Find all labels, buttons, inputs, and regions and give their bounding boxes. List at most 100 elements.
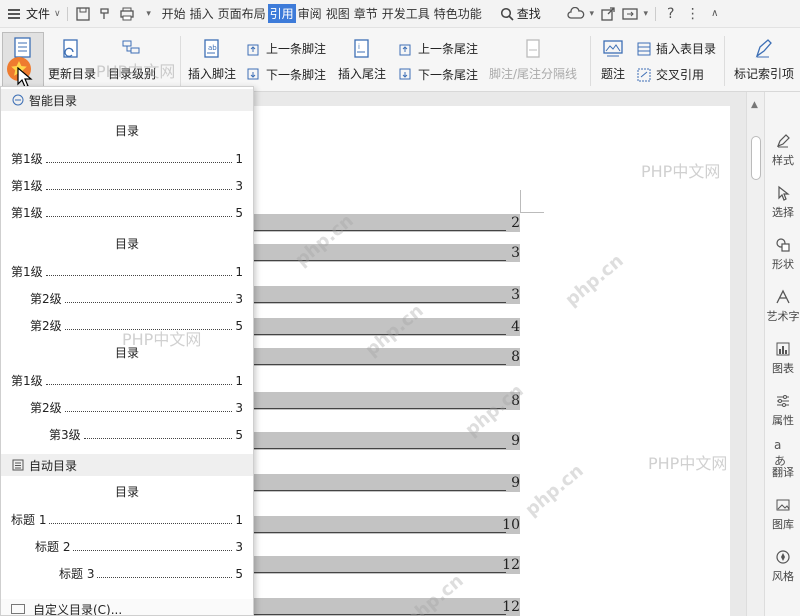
toc-page-number: 12	[502, 599, 520, 615]
toc-entry: 第2级 5	[30, 318, 243, 334]
caption-label: 题注	[600, 67, 625, 81]
mark-index-label: 标记索引项	[734, 67, 795, 81]
hamburger-icon	[8, 8, 20, 19]
toc-page-number: 2	[511, 215, 520, 231]
cross-reference-label: 交叉引用	[656, 68, 705, 82]
toc-entry: 标题 11	[11, 512, 243, 528]
sidebar-item-shapes[interactable]: 形状	[765, 236, 800, 272]
insert-footnote-button[interactable]: ab 插入脚注	[188, 36, 236, 82]
print-icon[interactable]	[116, 3, 138, 25]
toc-template-2[interactable]: 目录 第1级 1 第2级 3 第2级 5	[1, 226, 253, 339]
vertical-scrollbar[interactable]: ▲	[746, 92, 764, 616]
caption-icon	[600, 36, 626, 62]
toc-page-number: 3	[511, 245, 520, 261]
toc-level-button[interactable]: 目录级别	[108, 36, 156, 82]
sidebar-item-style[interactable]: 风格	[765, 548, 800, 584]
toc-template-1[interactable]: 目录 第1级 1 第1级 3 第1级 5	[1, 111, 253, 226]
file-menu-label[interactable]: 文件	[26, 5, 50, 22]
endnote-icon: i	[349, 36, 375, 62]
tab-review[interactable]: 审阅	[296, 4, 324, 23]
tab-section[interactable]: 章节	[352, 4, 380, 23]
separator-line-icon	[520, 36, 546, 62]
caption-button[interactable]: 题注	[600, 36, 626, 82]
tab-view[interactable]: 视图	[324, 4, 352, 23]
toc-entry: 标题 35	[59, 566, 243, 582]
separator-line-button[interactable]: 脚注/尾注分隔线	[489, 36, 577, 82]
export-icon[interactable]	[619, 3, 641, 25]
sidebar-item-wordart[interactable]: 艺术字	[765, 288, 800, 324]
share-icon[interactable]	[597, 3, 619, 25]
sidebar-item-label: 形状	[772, 258, 794, 271]
collapse-ribbon-icon[interactable]: ∧	[704, 3, 726, 25]
sidebar-item-styles[interactable]: 样式	[765, 132, 800, 168]
update-toc-label: 更新目录	[48, 67, 97, 81]
tab-special-features[interactable]: 特色功能	[432, 4, 484, 23]
prev-footnote-button[interactable]: 上一条脚注	[246, 40, 326, 57]
toc-dropdown-panel: 智能目录 目录 第1级 1 第1级 3 第1级 5 目录 第1级 1 第2级 3 第2级 5…	[0, 86, 254, 616]
search-button[interactable]: 查找	[498, 0, 543, 28]
toc-page-number: 8	[511, 393, 520, 409]
footnote-icon: ab	[199, 36, 225, 62]
toc-page-number: 9	[511, 475, 520, 491]
tab-insert[interactable]: 插入	[188, 4, 216, 23]
next-footnote-label: 下一条脚注	[266, 68, 327, 82]
toc-page-number: 8	[511, 349, 520, 365]
next-footnote-button[interactable]: 下一条脚注	[246, 66, 326, 83]
custom-toc-label: 自定义目录(C)...	[33, 602, 123, 616]
scrollbar-thumb[interactable]	[751, 136, 761, 180]
chevron-down-icon[interactable]: ▾	[641, 3, 651, 25]
save-icon[interactable]	[72, 3, 94, 25]
sidebar-item-label: 图库	[772, 518, 794, 531]
next-endnote-button[interactable]: 下一条尾注	[398, 66, 478, 83]
prev-endnote-label: 上一条尾注	[418, 42, 479, 56]
help-icon[interactable]: ?	[660, 3, 682, 25]
svg-text:i: i	[358, 43, 360, 51]
insert-table-toc-button[interactable]: 插入表目录	[636, 40, 716, 57]
auto-toc-header-label: 自动目录	[29, 458, 78, 473]
next-footnote-icon	[246, 67, 262, 83]
toc-template-title: 目录	[114, 346, 139, 360]
cross-reference-button[interactable]: 交叉引用	[636, 66, 704, 83]
margin-mark	[520, 190, 521, 212]
insert-endnote-button[interactable]: i 插入尾注	[338, 36, 386, 82]
format-painter-icon[interactable]	[94, 3, 116, 25]
custom-toc-icon	[11, 604, 25, 614]
tab-references[interactable]: 引用	[267, 4, 296, 23]
sidebar-item-label: 属性	[772, 414, 794, 427]
toc-page-number: 12	[502, 557, 520, 573]
update-toc-button[interactable]: 更新目录	[48, 36, 96, 82]
sidebar-item-label: 翻译	[772, 466, 794, 479]
tab-home[interactable]: 开始	[160, 4, 188, 23]
style-icon	[774, 548, 792, 566]
more-icon[interactable]: ⋮	[682, 3, 704, 25]
tab-developer[interactable]: 开发工具	[380, 4, 432, 23]
smart-toc-icon	[11, 93, 25, 107]
sidebar-item-chart[interactable]: 图表	[765, 340, 800, 376]
sidebar-item-label: 样式	[772, 154, 794, 167]
chevron-down-icon[interactable]: ▾	[587, 3, 597, 25]
chevron-down-icon: ∨	[54, 8, 61, 19]
sidebar-item-properties[interactable]: 属性	[765, 392, 800, 428]
mark-index-button[interactable]: 标记索引项	[734, 36, 794, 82]
sidebar-item-select[interactable]: 选择	[765, 184, 800, 220]
auto-toc-icon	[11, 458, 25, 472]
sidebar-item-gallery[interactable]: 图库	[765, 496, 800, 532]
mark-index-icon	[751, 36, 777, 62]
cursor-icon	[774, 184, 792, 202]
toc-template-3[interactable]: 目录 第1级 1 第2级 3 第3级 5	[1, 339, 253, 448]
quick-access-dropdown-icon[interactable]: ▾	[138, 3, 160, 25]
toc-page-number: 10	[502, 517, 520, 533]
custom-toc-menu-item[interactable]: 自定义目录(C)...	[1, 599, 253, 616]
scroll-up-icon[interactable]: ▲	[751, 100, 758, 110]
translate-icon: aあ	[774, 437, 787, 468]
prev-endnote-button[interactable]: 上一条尾注	[398, 40, 478, 57]
cloud-icon[interactable]	[565, 3, 587, 25]
sidebar-item-translate[interactable]: aあ 翻译	[765, 437, 800, 480]
toc-template-auto[interactable]: 目录 标题 11 标题 23 标题 35	[1, 476, 253, 587]
smart-toc-section-header: 智能目录	[1, 89, 253, 111]
hamburger-menu[interactable]: 文件 ∨	[0, 0, 63, 28]
toc-entry: 第3级 5	[49, 427, 243, 443]
tab-page-layout[interactable]: 页面布局	[216, 4, 268, 23]
toc-entry: 第1级 5	[11, 205, 243, 221]
wordart-icon	[774, 288, 792, 306]
